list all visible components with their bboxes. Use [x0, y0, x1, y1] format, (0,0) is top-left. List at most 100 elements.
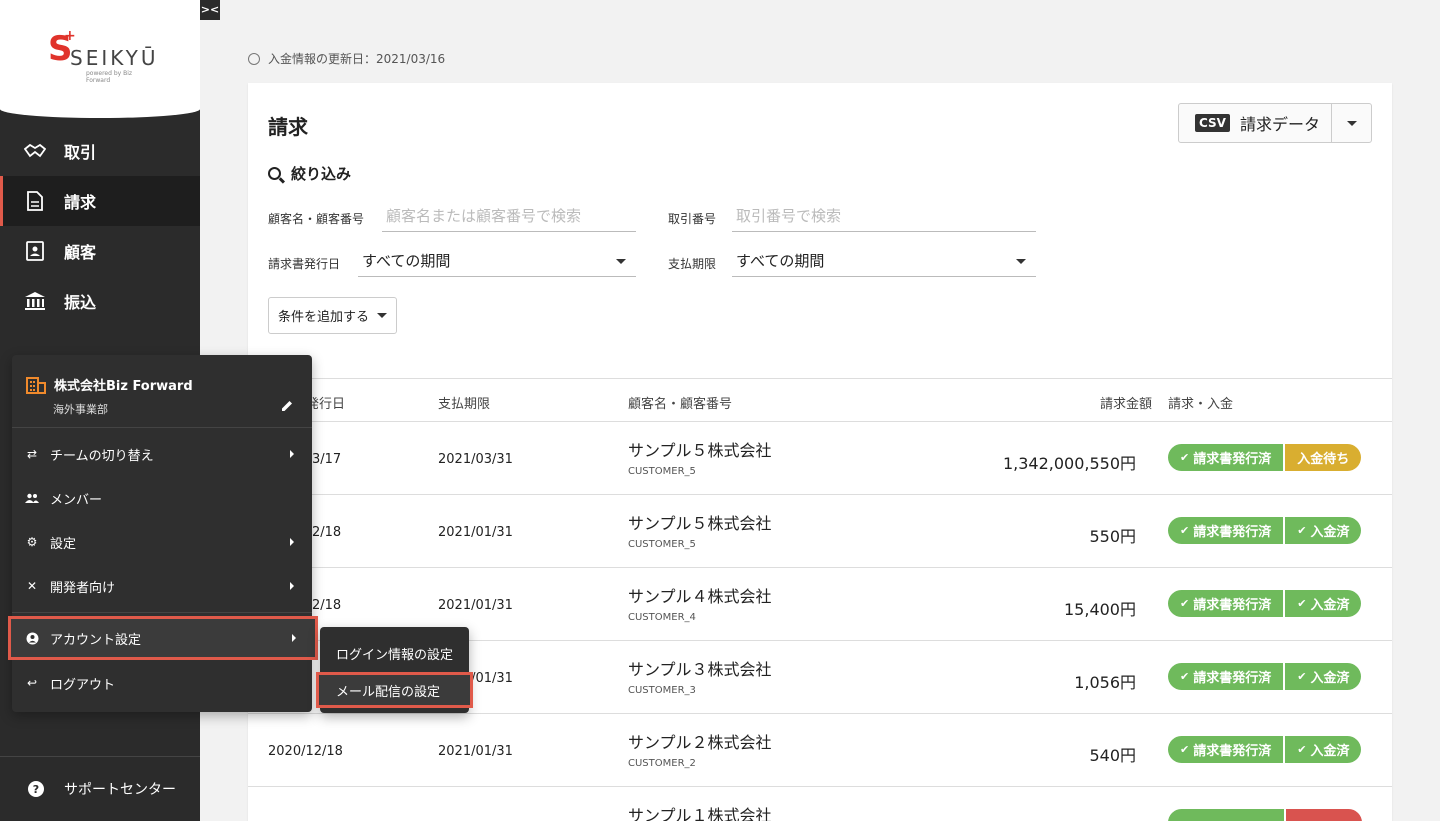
status-badge: [1286, 809, 1362, 821]
customer-id: CUSTOMER_5: [628, 466, 696, 477]
search-icon: [268, 167, 281, 180]
table-row[interactable]: 2/18 2021/01/31 サンプル５株式会社 CUSTOMER_5 550…: [248, 495, 1392, 568]
status1-label: 請求書発行済: [1193, 744, 1272, 759]
sidebar-item-customers[interactable]: 顧客: [0, 226, 200, 276]
issue-date: 2020/12/18: [268, 744, 343, 759]
add-condition-button[interactable]: 条件を追加する: [268, 297, 397, 334]
status-badges: ✔ 請求書発行済 ✔ 入金済: [1168, 590, 1362, 617]
submenu-item-login-settings[interactable]: ログイン情報の設定: [320, 635, 469, 671]
account-settings-submenu: ログイン情報の設定 メール配信の設定: [316, 627, 473, 713]
due-date-value: すべての期間: [736, 252, 825, 270]
organization-header: 株式会社Biz Forward: [26, 375, 193, 394]
seikyu-logo[interactable]: S + SEIKYŪ powered by Biz Forward: [48, 28, 159, 84]
customer-id: CUSTOMER_3: [628, 685, 696, 696]
invoice-amount: 15,400円: [1064, 600, 1136, 619]
customer-name: サンプル１株式会社: [628, 806, 772, 821]
status1-label: 請求書発行済: [1193, 525, 1272, 540]
check-icon: ✔: [1297, 743, 1307, 756]
status1-label: 請求書発行済: [1193, 598, 1272, 613]
table-row[interactable]: 2020/12/18 2021/01/31 サンプル２株式会社 CUSTOMER…: [248, 714, 1392, 787]
building-icon: [26, 376, 46, 394]
menu-item-label: アカウント設定: [50, 632, 142, 648]
customer-name: サンプル３株式会社: [628, 660, 772, 679]
check-icon: ✔: [1180, 743, 1190, 756]
menu-item-label: チームの切り替え: [50, 448, 154, 464]
contact-card-icon: [24, 240, 46, 262]
page-title: 請求: [268, 115, 308, 139]
check-icon: ✔: [1297, 524, 1307, 537]
invoice-amount: 550円: [1089, 527, 1136, 546]
chevron-down-icon: [1346, 120, 1357, 126]
customer-filter-label: 顧客名・顧客番号: [268, 212, 365, 226]
table-row[interactable]: サンプル１株式会社: [248, 787, 1392, 821]
submenu-item-email-settings[interactable]: メール配信の設定: [316, 672, 473, 708]
status2-label: 入金済: [1310, 671, 1350, 686]
tools-icon: ✕: [26, 579, 38, 593]
deal-search-input[interactable]: 取引番号で検索: [732, 200, 1036, 232]
logo-text: SEIKYŪ: [70, 46, 159, 70]
sidebar-item-transfers[interactable]: 振込: [0, 276, 200, 326]
logo-sub: powered by Biz Forward: [86, 70, 133, 84]
sidebar-item-invoices[interactable]: 請求: [0, 176, 200, 226]
sidebar-nav: 取引 請求 顧客 振込: [0, 126, 200, 326]
status-badge: ✔ 入金済: [1285, 736, 1362, 763]
csv-icon: CSV: [1195, 114, 1230, 132]
document-icon: [24, 190, 46, 212]
check-icon: ✔: [1180, 670, 1190, 683]
chevron-right-icon: [290, 582, 294, 590]
csv-export-button-group: CSV 請求データ: [1178, 103, 1372, 143]
edit-pencil-icon[interactable]: [280, 399, 294, 417]
logo-area: S + SEIKYŪ powered by Biz Forward: [0, 0, 200, 118]
status2-label: 入金済: [1310, 744, 1350, 759]
menu-item-members[interactable]: メンバー: [12, 476, 312, 520]
status-badges: ✔ 請求書発行済 ✔ 入金済: [1168, 736, 1362, 763]
sidebar-item-deals[interactable]: 取引: [0, 126, 200, 176]
account-icon: [24, 632, 40, 645]
issue-date-select[interactable]: すべての期間: [358, 245, 636, 277]
status2-label: 入金済: [1310, 525, 1350, 540]
sidebar-item-label: 取引: [64, 143, 97, 162]
status2-label: 入金済: [1310, 598, 1350, 613]
table-header: 発行日 支払期限 顧客名・顧客番号 請求金額 請求・入金: [248, 378, 1392, 422]
sidebar-collapse-button[interactable]: ><: [200, 0, 220, 20]
deal-filter-label: 取引番号: [668, 212, 717, 226]
invoice-amount: 540円: [1089, 746, 1136, 765]
csv-dropdown-toggle[interactable]: [1331, 104, 1371, 142]
th-customer[interactable]: 顧客名・顧客番号: [628, 393, 732, 412]
th-due-date[interactable]: 支払期限: [438, 393, 490, 412]
customer-name: サンプル２株式会社: [628, 733, 772, 752]
menu-item-settings[interactable]: ⚙ 設定: [12, 520, 312, 564]
due-date: 2021/01/31: [438, 598, 513, 613]
menu-item-label: 開発者向け: [50, 580, 116, 596]
menu-item-switch-team[interactable]: ⇄ チームの切り替え: [12, 432, 312, 476]
update-info: 入金情報の更新日：2021/03/16: [248, 50, 445, 67]
due-date-select[interactable]: すべての期間: [732, 245, 1036, 277]
gear-icon: ⚙: [26, 535, 38, 549]
table-row[interactable]: 3/17 2021/03/31 サンプル５株式会社 CUSTOMER_5 1,3…: [248, 422, 1392, 495]
filter-heading: 絞り込み: [268, 163, 351, 184]
sidebar-item-label: 顧客: [64, 243, 97, 262]
menu-item-logout[interactable]: ↩ ログアウト: [12, 661, 312, 705]
due-date: 2021/01/31: [438, 525, 513, 540]
th-status: 請求・入金: [1168, 397, 1234, 412]
csv-export-button[interactable]: CSV 請求データ: [1179, 104, 1331, 142]
status-badge: 入金待ち: [1285, 444, 1362, 471]
logout-icon: ↩: [26, 676, 38, 690]
status-badges: [1168, 809, 1362, 821]
status-badge: ✔ 入金済: [1285, 663, 1362, 690]
due-filter-label: 支払期限: [668, 257, 717, 271]
menu-item-account-settings[interactable]: アカウント設定: [8, 616, 318, 660]
customer-search-input[interactable]: 顧客名または顧客番号で検索: [382, 200, 636, 232]
people-icon: [24, 493, 40, 503]
th-amount[interactable]: 請求金額: [1100, 393, 1152, 412]
status-badge: [1168, 809, 1284, 821]
organization-department: 海外事業部: [53, 403, 108, 416]
customer-name: サンプル５株式会社: [628, 514, 772, 533]
organization-name: 株式会社Biz Forward: [54, 379, 193, 394]
menu-item-developers[interactable]: ✕ 開発者向け: [12, 564, 312, 608]
support-label: サポートセンター: [64, 782, 176, 798]
sidebar-item-label: 振込: [64, 293, 97, 312]
support-center-link[interactable]: ? サポートセンター: [0, 756, 200, 821]
status2-label: 入金待ち: [1297, 452, 1350, 467]
issue-date-filter-label: 請求書発行日: [268, 257, 341, 271]
